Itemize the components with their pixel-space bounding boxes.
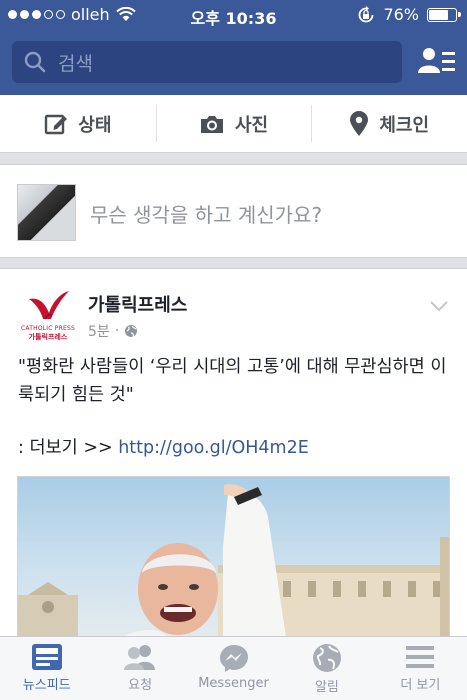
rotation-lock-icon [359,5,374,22]
tab-newsfeed-label: 뉴스피드 [22,678,71,693]
friend-requests-icon [124,645,156,670]
search-input[interactable]: 검색 [12,41,402,83]
tab-requests-label: 요청 [128,678,153,693]
tab-notifications-label: 알림 [314,680,339,695]
status-button[interactable]: 상태 [0,95,156,152]
tab-newsfeed[interactable]: 뉴스피드 [0,637,93,700]
friend-list-button[interactable] [417,43,457,81]
edit-icon [45,114,68,134]
photo-button[interactable]: 사진 [155,95,312,152]
post-options-button[interactable] [429,297,449,316]
tab-messenger[interactable]: Messenger [187,637,280,700]
post-author-name[interactable]: 가톨릭프레스 [88,291,187,317]
tab-notifications[interactable]: 알림 [280,637,373,700]
post-meta: 5분 · [88,321,138,341]
messenger-icon [219,645,248,672]
post-photo[interactable] [17,476,450,639]
status-prompt[interactable]: 무슨 생각을 하고 계신가요? [0,164,467,258]
status-prompt-text: 무슨 생각을 하고 계신가요? [90,203,323,227]
status-bar: olleh 오후 10:36 76% [0,0,467,30]
logo-text-ko: 가톨릭프레스 [28,333,68,341]
camera-icon [200,115,223,133]
composer-bar: 상태 사진 체크인 [0,95,467,153]
tab-more[interactable]: 더 보기 [374,637,467,700]
post-time[interactable]: 5분 [88,321,110,341]
photo-illustration [18,484,449,638]
page-avatar[interactable]: CATHOLIC PRESS 가톨릭프레스 [19,289,77,347]
status-button-label: 상태 [78,114,112,136]
meta-separator: · [114,323,120,339]
newsfeed-icon [31,644,62,670]
feed-post: CATHOLIC PRESS 가톨릭프레스 가톨릭프레스 5분 · "평화란 사… [0,268,467,639]
user-avatar[interactable] [17,184,76,241]
notifications-globe-icon [312,644,341,672]
checkin-button-label: 체크인 [379,114,430,136]
post-more-prefix: : 더보기 >> [18,438,119,458]
app-header: 검색 [0,30,467,95]
post-more: : 더보기 >> http://goo.gl/OH4m2E [18,434,309,459]
tab-requests[interactable]: 요청 [93,637,186,700]
battery-icon [427,7,461,22]
location-pin-icon [350,110,369,136]
post-body: "평화란 사람들이 ‘우리 시대의 고통’에 대해 무관심하면 이룩되기 힘든 … [18,357,447,405]
tab-bar: 뉴스피드 요청 Messenger 알림 더 보기 [0,636,467,700]
public-globe-icon [125,325,138,338]
search-placeholder: 검색 [58,52,93,75]
friend-list-icon [418,48,455,73]
photo-button-label: 사진 [234,114,269,136]
checkin-button[interactable]: 체크인 [311,95,467,152]
status-right: 76% [357,5,461,24]
catholic-press-logo-icon [29,291,69,320]
tab-messenger-label: Messenger [198,676,269,691]
post-link[interactable]: http://goo.gl/OH4m2E [118,438,309,458]
search-icon [24,51,46,73]
logo-text-en: CATHOLIC PRESS [21,325,75,332]
battery-percent: 76% [383,5,419,24]
chevron-down-icon [430,301,448,312]
tab-more-label: 더 보기 [400,678,441,693]
more-menu-icon [406,646,435,668]
